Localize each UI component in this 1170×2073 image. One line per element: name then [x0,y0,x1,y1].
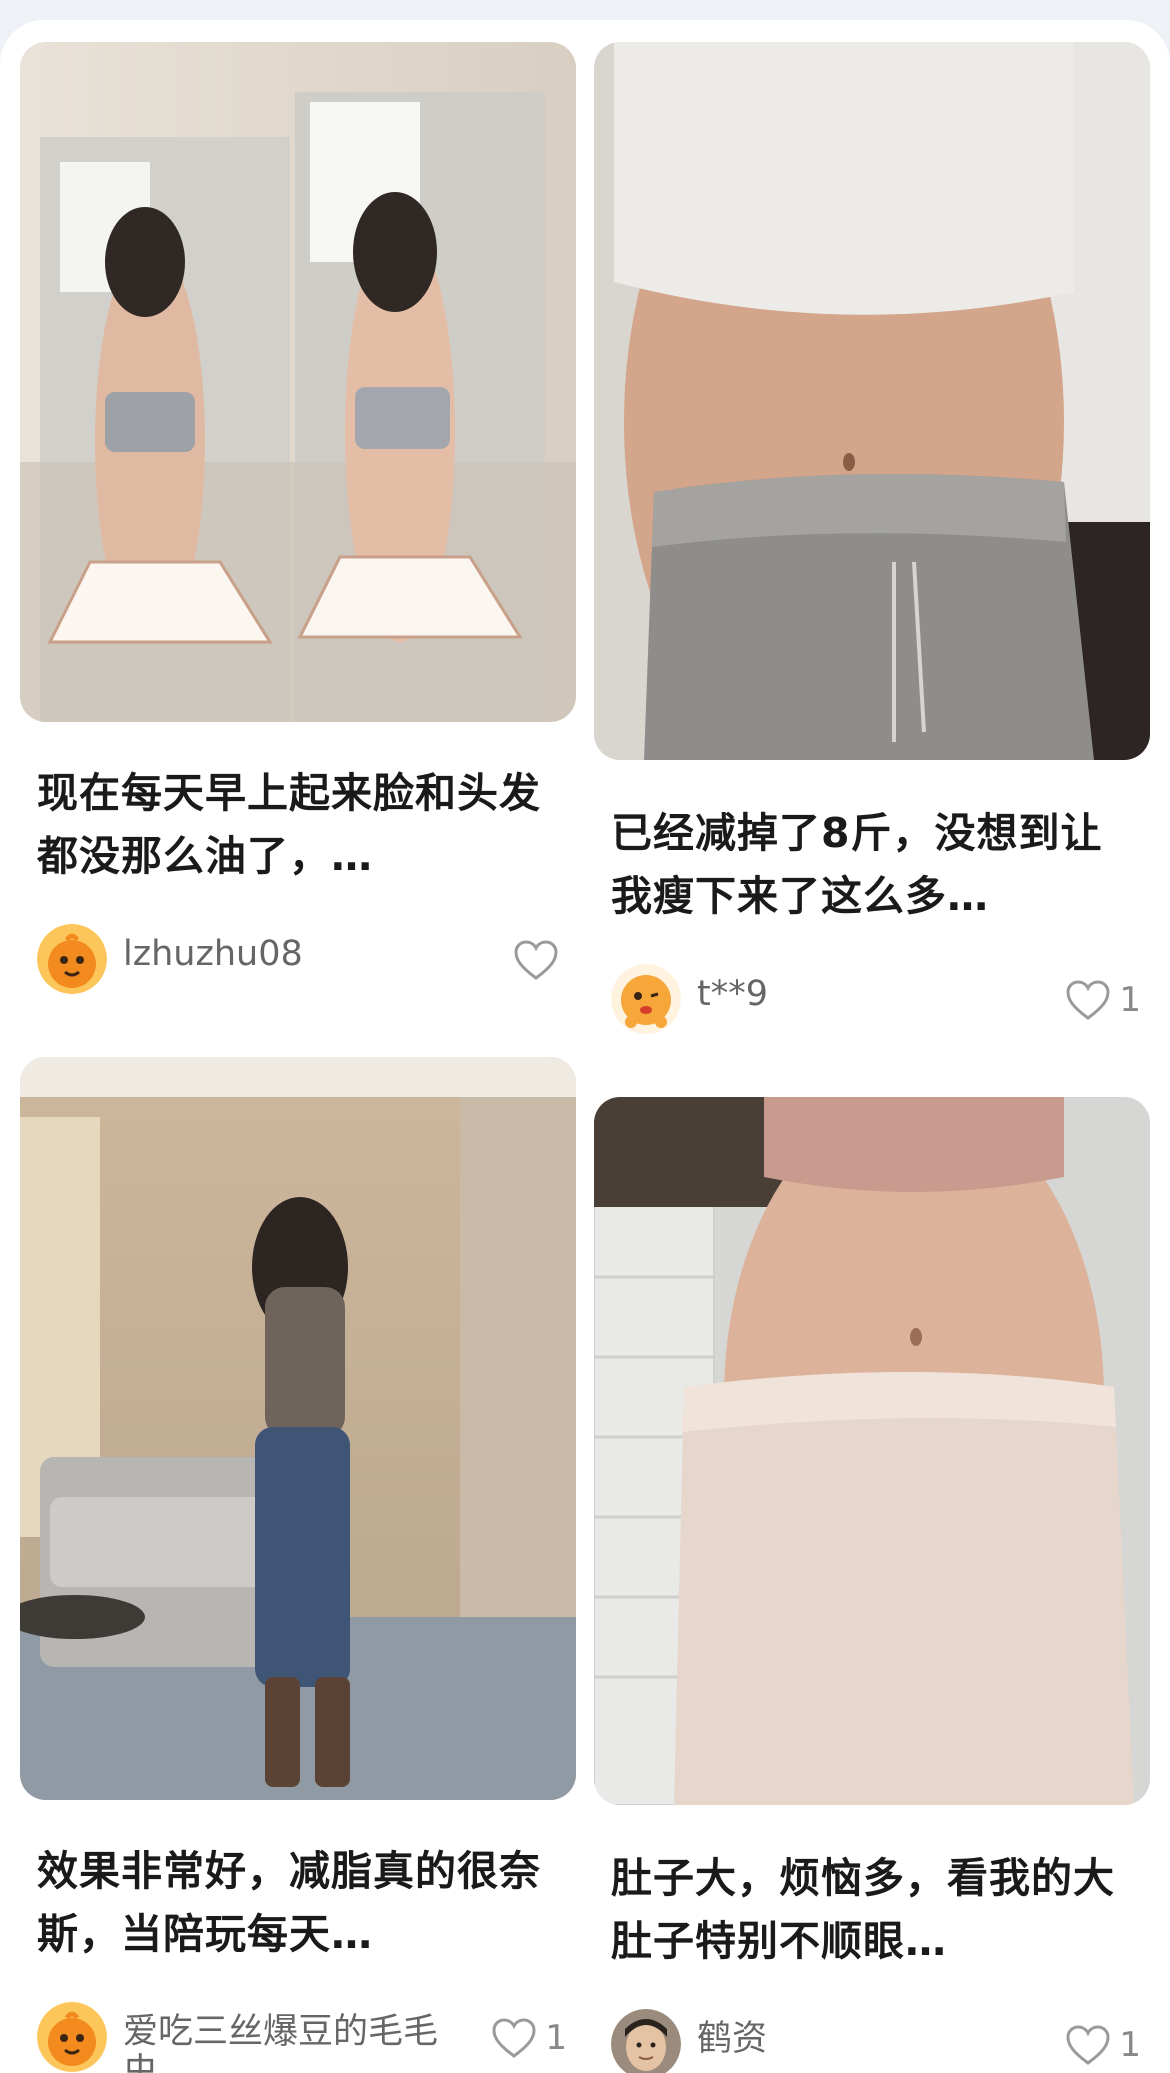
user-photo-avatar[interactable] [611,2009,681,2073]
author-name[interactable]: t**9 [697,974,1027,1014]
feed-card[interactable]: 效果非常好，减脂真的很奈斯，当陪玩每天… 爱吃三丝爆豆的毛毛虫 1 [20,1057,576,2073]
heart-icon [514,940,558,980]
post-meta: 鹤资 1 [611,2009,1141,2073]
like-button[interactable] [513,938,567,982]
post-meta: 爱吃三丝爆豆的毛毛虫 1 [37,2002,567,2073]
mascot-avatar-icon[interactable] [37,2002,107,2072]
heart-icon [1066,980,1110,1020]
like-count: 1 [545,2018,567,2058]
content-feed: 现在每天早上起来脸和头发都没那么油了，… lzhuzhu08 已经减掉了8斤，没… [0,20,1170,2073]
heart-icon [1066,2025,1110,2065]
post-thumbnail[interactable] [594,42,1150,760]
feed-card[interactable]: 已经减掉了8斤，没想到让我瘦下来了这么多… t**9 1 [594,42,1150,1072]
author-name[interactable]: 鹤资 [697,2019,1027,2059]
heart-icon [492,2018,536,2058]
post-meta: lzhuzhu08 [37,924,567,996]
post-thumbnail[interactable] [20,1057,576,1800]
post-thumbnail[interactable] [20,42,576,722]
mascot-avatar-icon[interactable] [37,924,107,994]
like-count: 1 [1119,2025,1141,2065]
mascot-avatar-icon[interactable] [611,964,681,1034]
like-count: 1 [1119,980,1141,1020]
like-button[interactable]: 1 [1065,2023,1141,2067]
post-title[interactable]: 已经减掉了8斤，没想到让我瘦下来了这么多… [611,802,1131,928]
post-title[interactable]: 效果非常好，减脂真的很奈斯，当陪玩每天… [37,1840,557,1966]
post-meta: t**9 1 [611,964,1141,1036]
post-title[interactable]: 现在每天早上起来脸和头发都没那么油了，… [37,762,557,888]
like-button[interactable]: 1 [1065,978,1141,1022]
feed-card[interactable]: 肚子大，烦恼多，看我的大肚子特别不顺眼… 鹤资 1 [594,1097,1150,2073]
author-name[interactable]: lzhuzhu08 [123,934,453,974]
post-thumbnail[interactable] [594,1097,1150,1805]
post-title[interactable]: 肚子大，烦恼多，看我的大肚子特别不顺眼… [611,1847,1131,1973]
feed-card[interactable]: 现在每天早上起来脸和头发都没那么油了，… lzhuzhu08 [20,42,576,1032]
author-name[interactable]: 爱吃三丝爆豆的毛毛虫 [123,2012,453,2073]
like-button[interactable]: 1 [491,2016,567,2060]
